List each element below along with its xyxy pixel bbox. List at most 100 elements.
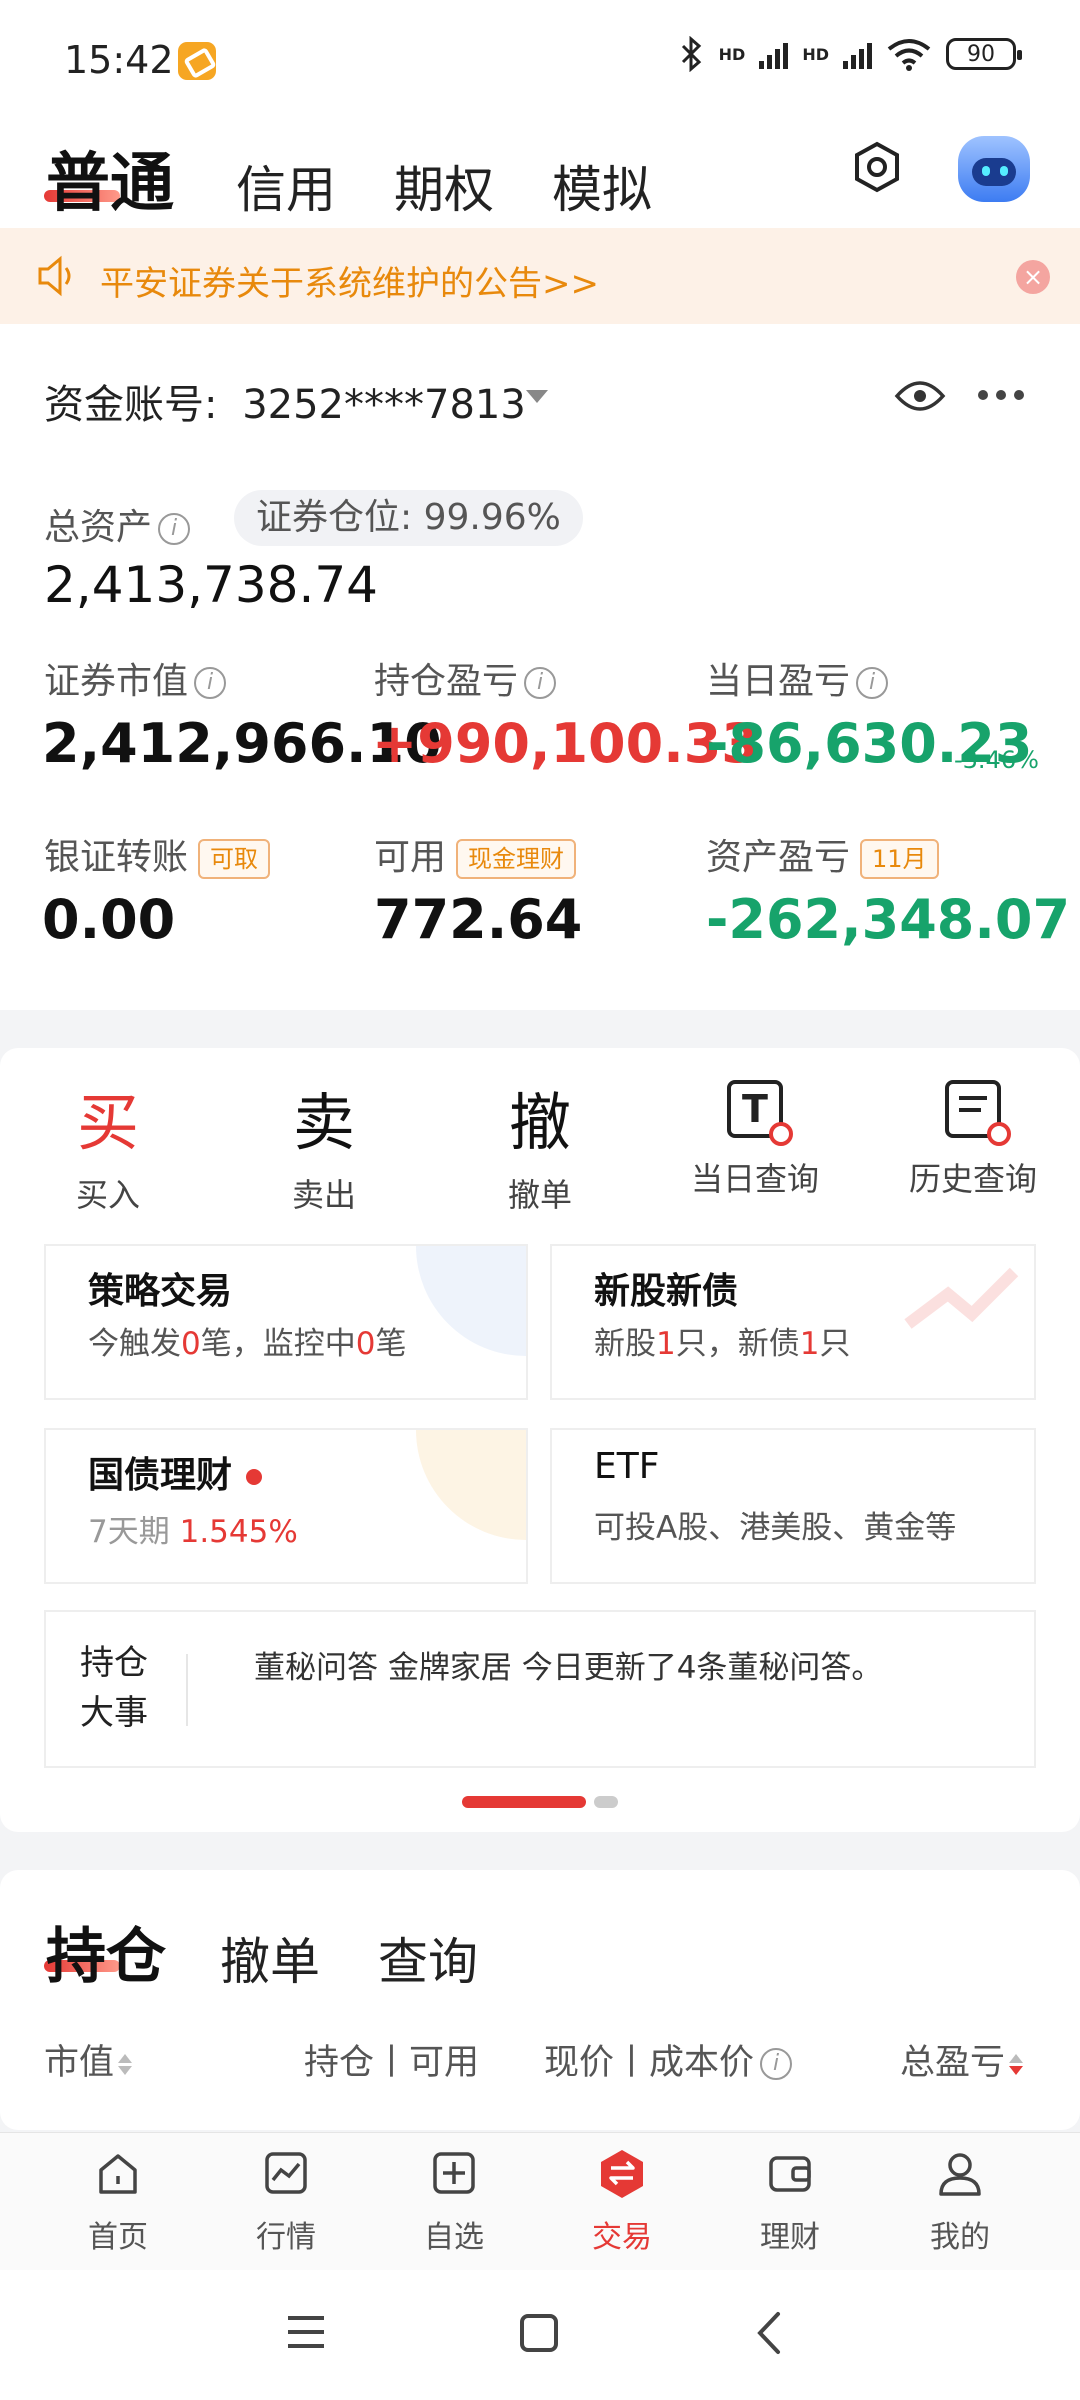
signal-icon-2 — [843, 39, 872, 69]
chevron-down-icon[interactable] — [526, 390, 548, 403]
nav-market[interactable]: 行情 — [226, 2148, 346, 2256]
info-icon[interactable]: i — [760, 2048, 793, 2080]
back-icon[interactable] — [754, 2310, 784, 2356]
nav-trade[interactable]: 交易 — [562, 2148, 682, 2256]
wifi-icon — [887, 39, 931, 71]
eye-icon[interactable] — [894, 376, 946, 416]
total-assets-label: 总资产 i — [44, 498, 191, 550]
signal-icon-1 — [759, 39, 789, 69]
column-price: 现价丨成本价 i — [544, 2034, 793, 2085]
nav-mine-label: 我的 — [930, 2220, 990, 2255]
holding-events-text[interactable]: 董秘问答 金牌家居 今日更新了4条董秘问答。 — [254, 1642, 882, 1687]
cancel-order-label: 撤单 — [507, 1176, 572, 1214]
chart-icon — [265, 2152, 307, 2194]
trade-icon — [601, 2150, 643, 2198]
info-icon[interactable]: i — [194, 667, 227, 699]
holding-pl-value: +990,100.33 — [372, 712, 759, 775]
bank-transfer-label[interactable]: 银证转账 可取 — [44, 828, 271, 880]
total-assets-value: 2,413,738.74 — [44, 556, 378, 614]
app-notification-icon — [178, 42, 216, 80]
network-label-1: HD — [718, 44, 746, 64]
nav-home[interactable]: 首页 — [58, 2148, 178, 2256]
account-number: 3252****7813 — [242, 382, 526, 428]
available-value: 772.64 — [374, 888, 583, 951]
carousel-indicator-active — [462, 1796, 586, 1808]
nav-home-label: 首页 — [88, 2220, 148, 2255]
add-box-icon — [433, 2152, 475, 2194]
nav-trade-label: 交易 — [592, 2220, 652, 2255]
treasury-title: 国债理财 — [88, 1446, 263, 1498]
history-query-button[interactable]: 历史查询 — [898, 1076, 1048, 1200]
cash-wealth-tag[interactable]: 现金理财 — [456, 839, 577, 879]
carousel-indicator — [594, 1796, 618, 1808]
more-icon[interactable] — [978, 390, 1024, 400]
cancel-order-icon: 撤 — [508, 1086, 571, 1159]
user-icon — [939, 2153, 981, 2196]
nav-watchlist-label: 自选 — [424, 2220, 484, 2255]
status-time: 15:42 — [64, 38, 174, 82]
etf-tile[interactable]: ETF 可投A股、港美股、黄金等 — [550, 1428, 1036, 1584]
wallet-icon — [769, 2156, 811, 2192]
nav-wealth[interactable]: 理财 — [730, 2148, 850, 2256]
info-icon[interactable]: i — [158, 513, 191, 545]
strategy-decoration — [416, 1246, 526, 1356]
treasury-wealth-tile[interactable]: 国债理财 7天期 1.545% — [44, 1428, 528, 1584]
close-icon[interactable]: × — [1016, 260, 1050, 294]
etf-title: ETF — [594, 1446, 660, 1487]
holding-events-panel[interactable]: 持仓 大事 董秘问答 金牌家居 今日更新了4条董秘问答。 — [44, 1610, 1036, 1768]
settings-icon[interactable] — [850, 140, 904, 194]
nav-wealth-label: 理财 — [760, 2220, 820, 2255]
available-label: 可用 现金理财 — [374, 828, 577, 880]
market-value-label: 证券市值 i — [44, 652, 227, 704]
holding-pl-label: 持仓盈亏 i — [374, 652, 557, 704]
sort-icon[interactable] — [118, 2053, 133, 2075]
tab-cancel-orders[interactable]: 撤单 — [220, 1922, 320, 1994]
history-query-icon — [945, 1080, 1011, 1146]
buy-icon: 买 — [76, 1086, 139, 1159]
nav-mine[interactable]: 我的 — [900, 2148, 1020, 2256]
column-market-value[interactable]: 市值 — [44, 2034, 133, 2085]
strategy-subtitle: 今触发0笔，监控中0笔 — [88, 1326, 407, 1362]
sort-icon[interactable] — [1009, 2053, 1024, 2075]
nav-market-label: 行情 — [256, 2220, 316, 2255]
tab-simulated[interactable]: 模拟 — [552, 150, 652, 222]
ipo-title: 新股新债 — [594, 1271, 739, 1312]
day-pl-percent: -3.46% — [954, 746, 1039, 774]
divider — [186, 1654, 188, 1726]
strategy-title: 策略交易 — [88, 1271, 233, 1312]
tab-holdings[interactable]: 持仓 — [46, 1908, 166, 1995]
strategy-trading-tile[interactable]: 策略交易 今触发0笔，监控中0笔 — [44, 1244, 528, 1400]
asset-pl-label: 资产盈亏 11月 — [706, 828, 939, 880]
ipo-subtitle: 新股1只，新债1只 — [594, 1326, 851, 1362]
today-query-button[interactable]: T 当日查询 — [680, 1076, 830, 1200]
account-selector[interactable]: 资金账号: 3252****7813 — [44, 372, 526, 430]
tab-credit[interactable]: 信用 — [236, 150, 336, 222]
nav-watchlist[interactable]: 自选 — [394, 2148, 514, 2256]
treasury-subtitle: 7天期 1.545% — [88, 1514, 298, 1550]
announcement-text[interactable]: 平安证券关于系统维护的公告>> — [100, 256, 599, 305]
speaker-icon — [38, 255, 71, 297]
info-icon[interactable]: i — [524, 667, 557, 699]
new-stocks-bonds-tile[interactable]: 新股新债 新股1只，新债1只 — [550, 1244, 1036, 1400]
menu-icon[interactable] — [284, 2312, 328, 2352]
status-icons: HD HD 90 — [679, 36, 1022, 72]
position-ratio-pill: 证券仓位: 99.96% — [234, 490, 583, 546]
home-icon — [99, 2154, 137, 2194]
assistant-robot-icon[interactable] — [958, 136, 1030, 202]
tab-options[interactable]: 期权 — [394, 150, 494, 222]
info-icon[interactable]: i — [856, 667, 889, 699]
tab-normal[interactable]: 普通 — [46, 132, 174, 224]
buy-button[interactable]: 买 买入 — [48, 1072, 168, 1216]
sell-icon: 卖 — [292, 1086, 355, 1159]
cancel-order-button[interactable]: 撤 撤单 — [480, 1072, 600, 1216]
withdrawable-tag[interactable]: 可取 — [198, 839, 271, 879]
today-query-label: 当日查询 — [690, 1160, 819, 1198]
sell-button[interactable]: 卖 卖出 — [264, 1072, 384, 1216]
history-query-label: 历史查询 — [908, 1160, 1037, 1198]
home-button-icon[interactable] — [518, 2312, 560, 2354]
treasury-decoration — [416, 1430, 526, 1540]
column-total-pl[interactable]: 总盈亏 — [900, 2034, 1024, 2085]
account-label: 资金账号: — [44, 382, 218, 428]
month-tag[interactable]: 11月 — [860, 839, 939, 879]
tab-query[interactable]: 查询 — [378, 1922, 478, 1994]
